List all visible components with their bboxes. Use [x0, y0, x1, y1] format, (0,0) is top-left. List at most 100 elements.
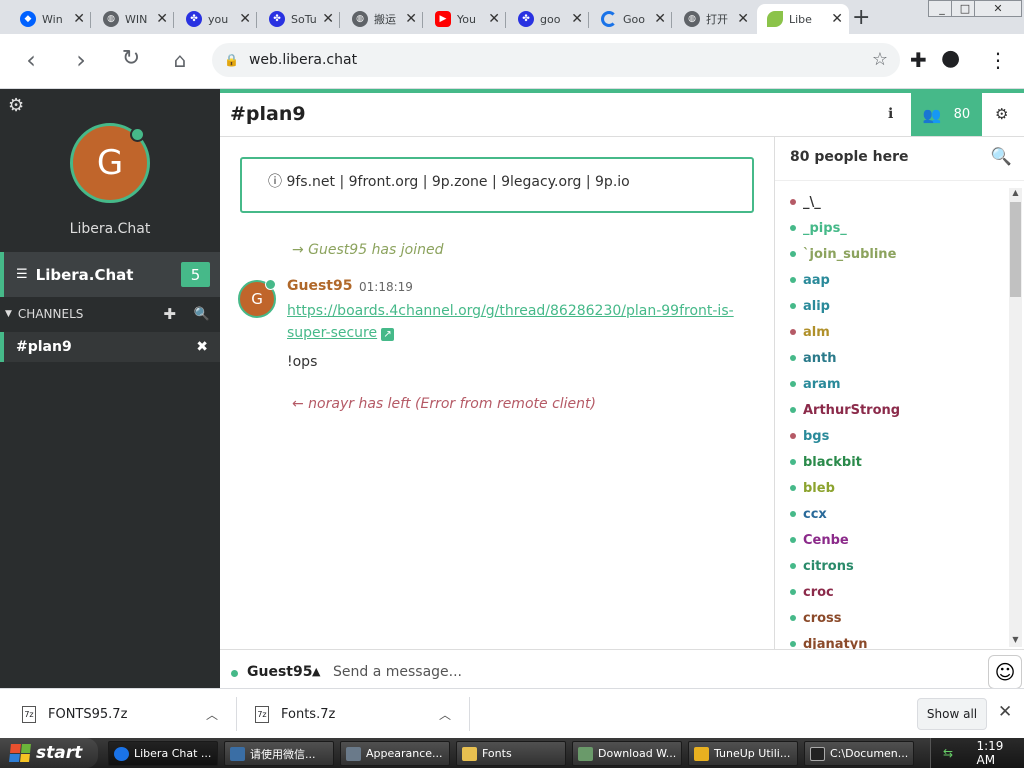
- download-item[interactable]: 7z Fonts.7z ︿: [255, 689, 465, 739]
- member-item[interactable]: cross: [790, 605, 1005, 631]
- server-list-icon: ☰: [16, 267, 28, 282]
- channels-header[interactable]: ▼ CHANNELS ✚ 🔍: [0, 299, 220, 329]
- taskbar-item[interactable]: Libera Chat ...: [108, 741, 218, 766]
- message-nick[interactable]: Guest95: [287, 278, 352, 294]
- search-icon[interactable]: 🔍: [194, 307, 210, 322]
- chevron-up-icon[interactable]: ︿: [206, 706, 218, 723]
- member-item[interactable]: _pips_: [790, 215, 1005, 241]
- close-tab-icon[interactable]: ✕: [156, 11, 168, 27]
- url-text[interactable]: web.libera.chat: [249, 52, 357, 68]
- add-channel-icon[interactable]: ✚: [163, 305, 176, 323]
- member-scrollbar[interactable]: ▲ ▼: [1009, 188, 1022, 647]
- new-tab-button[interactable]: +: [852, 5, 870, 30]
- browser-tab[interactable]: ✤ goo ✕: [508, 4, 589, 34]
- channel-settings-icon[interactable]: ⚙: [995, 105, 1008, 123]
- browser-tab[interactable]: ◆ Win ✕: [10, 4, 91, 34]
- address-bar[interactable]: 🔒 web.libera.chat ☆: [212, 43, 900, 77]
- member-item[interactable]: croc: [790, 579, 1005, 605]
- network-tray-icon[interactable]: ⇆: [943, 746, 956, 760]
- taskbar-item[interactable]: Fonts: [456, 741, 566, 766]
- close-tab-icon[interactable]: ✕: [405, 11, 417, 27]
- browser-tab[interactable]: Goo ✕: [591, 4, 672, 34]
- close-tab-icon[interactable]: ✕: [571, 11, 583, 27]
- member-item[interactable]: aram: [790, 371, 1005, 397]
- member-nick: anth: [803, 350, 837, 366]
- emoji-button[interactable]: ☺: [988, 655, 1022, 689]
- show-all-button[interactable]: Show all: [917, 698, 987, 730]
- browser-tab[interactable]: ✤ SoTu ✕: [259, 4, 340, 34]
- taskbar-item[interactable]: Download W...: [572, 741, 682, 766]
- caret-up-icon[interactable]: ▲: [312, 665, 320, 678]
- status-dot: [790, 303, 796, 309]
- sidebar-item-plan9[interactable]: #plan9 ✖: [0, 332, 220, 362]
- start-button[interactable]: start: [0, 738, 98, 768]
- clock[interactable]: 1:19 AM: [976, 739, 1024, 767]
- message-input[interactable]: Send a message...: [333, 664, 462, 680]
- message-input-bar: Guest95 ▲ Send a message... ☺: [220, 649, 1024, 692]
- close-tab-icon[interactable]: ✕: [322, 11, 334, 27]
- extensions-icon[interactable]: ✚: [910, 48, 927, 72]
- browser-tab[interactable]: ✤ you ✕: [176, 4, 257, 34]
- member-item[interactable]: anth: [790, 345, 1005, 371]
- browser-tab-active[interactable]: Libe ✕: [757, 4, 849, 34]
- member-item[interactable]: Cenbe: [790, 527, 1005, 553]
- scrollbar-thumb[interactable]: [1010, 202, 1021, 297]
- close-tab-icon[interactable]: ✕: [239, 11, 251, 27]
- external-link-icon[interactable]: ↗: [381, 328, 395, 341]
- status-dot: [790, 641, 796, 647]
- taskbar-item[interactable]: 请使用微信...: [224, 741, 334, 766]
- search-icon[interactable]: 🔍: [991, 147, 1012, 167]
- member-count-label: 80 people here: [790, 149, 909, 165]
- member-item[interactable]: djanatyn: [790, 631, 1005, 649]
- profile-icon[interactable]: ●: [941, 46, 960, 71]
- close-tab-icon[interactable]: ✕: [73, 11, 85, 27]
- member-item[interactable]: bgs: [790, 423, 1005, 449]
- message-link[interactable]: https://boards.4channel.org/g/thread/862…: [287, 303, 734, 341]
- close-icon[interactable]: ✕: [998, 702, 1012, 722]
- browser-tab[interactable]: ▶ You ✕: [425, 4, 506, 34]
- browser-tab[interactable]: ◍ 打开 ✕: [674, 4, 755, 34]
- member-item[interactable]: alm: [790, 319, 1005, 345]
- member-item[interactable]: aap: [790, 267, 1005, 293]
- close-tab-icon[interactable]: ✕: [831, 11, 843, 27]
- chevron-up-icon[interactable]: ︿: [439, 706, 451, 723]
- member-item[interactable]: `join_subline: [790, 241, 1005, 267]
- member-item[interactable]: ccx: [790, 501, 1005, 527]
- scroll-down-icon[interactable]: ▼: [1009, 635, 1022, 647]
- home-button[interactable]: ⌂: [165, 48, 195, 72]
- download-item[interactable]: 7z FONTS95.7z ︿: [22, 689, 232, 739]
- member-item[interactable]: _\_: [790, 189, 1005, 215]
- close-channel-icon[interactable]: ✖: [196, 339, 208, 355]
- archive-file-icon: 7z: [255, 705, 269, 723]
- browser-tab[interactable]: ◍ 搬运 ✕: [342, 4, 423, 34]
- divider: [469, 697, 470, 731]
- back-button[interactable]: ‹: [16, 46, 46, 74]
- status-dot: [790, 199, 796, 205]
- browser-tab[interactable]: ◍ WIN ✕: [93, 4, 174, 34]
- own-nick[interactable]: Guest95: [247, 664, 312, 680]
- member-item[interactable]: citrons: [790, 553, 1005, 579]
- close-tab-icon[interactable]: ✕: [488, 11, 500, 27]
- bookmark-star-icon[interactable]: ☆: [872, 49, 888, 70]
- member-item[interactable]: blackbit: [790, 449, 1005, 475]
- scroll-up-icon[interactable]: ▲: [1009, 188, 1022, 200]
- taskbar-item[interactable]: Appearance...: [340, 741, 450, 766]
- menu-icon[interactable]: ⋮: [988, 48, 1008, 72]
- member-item[interactable]: ArthurStrong: [790, 397, 1005, 423]
- member-item[interactable]: bleb: [790, 475, 1005, 501]
- home-icon: ⌂: [173, 48, 187, 72]
- member-nick: ccx: [803, 506, 827, 522]
- close-window-button[interactable]: ✕: [974, 0, 1022, 17]
- member-item[interactable]: alip: [790, 293, 1005, 319]
- network-item[interactable]: ☰ Libera.Chat 5: [0, 252, 220, 297]
- gear-icon[interactable]: ⚙: [8, 95, 24, 116]
- reload-button[interactable]: ↻: [116, 46, 146, 71]
- taskbar-item[interactable]: C:\Documen...: [804, 741, 914, 766]
- close-tab-icon[interactable]: ✕: [654, 11, 666, 27]
- close-tab-icon[interactable]: ✕: [737, 11, 749, 27]
- channel-view: #plan9 ℹ 👥 80 ⚙ ⓘ 9fs.net | 9front.org |…: [220, 89, 1024, 692]
- info-icon[interactable]: ℹ: [888, 106, 893, 122]
- forward-button[interactable]: ›: [66, 46, 96, 74]
- user-list-button[interactable]: 👥 80: [911, 93, 982, 136]
- taskbar-item[interactable]: TuneUp Utili...: [688, 741, 798, 766]
